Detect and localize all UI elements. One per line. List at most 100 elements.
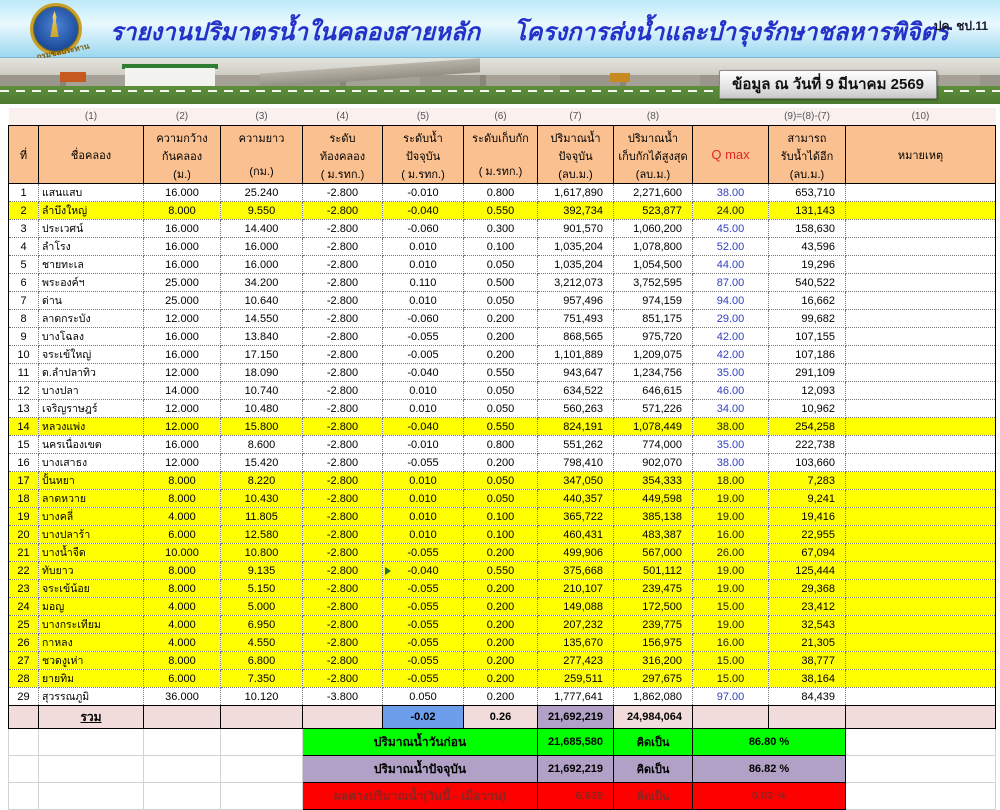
cell-current_vol[interactable]: 375,668 — [538, 562, 614, 580]
total-blank[interactable] — [846, 706, 996, 729]
cell-no[interactable]: 19 — [9, 508, 39, 526]
cell-no[interactable]: 23 — [9, 580, 39, 598]
cell-max_vol[interactable]: 316,200 — [614, 652, 693, 670]
cell-current_level[interactable]: 0.010 — [383, 400, 464, 418]
cell-note[interactable] — [846, 580, 996, 598]
cell-storage_level[interactable]: 0.100 — [464, 526, 538, 544]
cell-storage_level[interactable]: 0.550 — [464, 418, 538, 436]
cell-current_level[interactable]: 0.110 — [383, 274, 464, 292]
cell-name[interactable]: ด่าน — [39, 292, 144, 310]
cell-qmax[interactable]: 19.00 — [693, 508, 769, 526]
cell-qmax[interactable]: 19.00 — [693, 562, 769, 580]
cell-width[interactable]: 12.000 — [144, 454, 221, 472]
cell-storage_level[interactable]: 0.050 — [464, 472, 538, 490]
cell-max_vol[interactable]: 172,500 — [614, 598, 693, 616]
cell-note[interactable] — [846, 472, 996, 490]
cell-bed[interactable]: -2.800 — [303, 256, 383, 274]
cell-note[interactable] — [846, 364, 996, 382]
cell-current_level[interactable]: 0.010 — [383, 238, 464, 256]
cell-name[interactable]: พระองค์ฯ — [39, 274, 144, 292]
cell-name[interactable]: จระเข้ใหญ่ — [39, 346, 144, 364]
cell-max_vol[interactable]: 385,138 — [614, 508, 693, 526]
cell-width[interactable]: 10.000 — [144, 544, 221, 562]
cell-storage_level[interactable]: 0.050 — [464, 400, 538, 418]
cell-bed[interactable]: -2.800 — [303, 580, 383, 598]
cell-bed[interactable]: -2.800 — [303, 598, 383, 616]
cell-current_vol[interactable]: 460,431 — [538, 526, 614, 544]
cell-name[interactable]: ยายทิม — [39, 670, 144, 688]
cell-bed[interactable]: -2.800 — [303, 526, 383, 544]
cell-qmax[interactable]: 38.00 — [693, 418, 769, 436]
cell-storage_level[interactable]: 0.200 — [464, 580, 538, 598]
cell-max_vol[interactable]: 975,720 — [614, 328, 693, 346]
summary-prev-label[interactable]: ปริมาณน้ำวันก่อน — [303, 729, 538, 756]
cell-remaining[interactable]: 12,093 — [769, 382, 846, 400]
cell-current_level[interactable]: 0.050 — [383, 688, 464, 706]
cell-no[interactable]: 3 — [9, 220, 39, 238]
cell-bed[interactable]: -2.800 — [303, 454, 383, 472]
cell-current_vol[interactable]: 943,647 — [538, 364, 614, 382]
cell-current_level[interactable]: -0.055 — [383, 670, 464, 688]
cell-width[interactable]: 8.000 — [144, 472, 221, 490]
cell-storage_level[interactable]: 0.050 — [464, 292, 538, 310]
cell-current_vol[interactable]: 1,777,641 — [538, 688, 614, 706]
cell-name[interactable]: บางปลา — [39, 382, 144, 400]
cell-width[interactable]: 12.000 — [144, 400, 221, 418]
cell-length[interactable]: 10.640 — [221, 292, 303, 310]
grid-blank[interactable] — [9, 756, 39, 783]
cell-current_vol[interactable]: 149,088 — [538, 598, 614, 616]
cell-max_vol[interactable]: 483,387 — [614, 526, 693, 544]
cell-note[interactable] — [846, 436, 996, 454]
cell-bed[interactable]: -2.800 — [303, 652, 383, 670]
cell-name[interactable]: ทับยาว — [39, 562, 144, 580]
cell-bed[interactable]: -2.800 — [303, 310, 383, 328]
cell-current_vol[interactable]: 901,570 — [538, 220, 614, 238]
cell-note[interactable] — [846, 382, 996, 400]
cell-max_vol[interactable]: 974,159 — [614, 292, 693, 310]
cell-remaining[interactable]: 19,296 — [769, 256, 846, 274]
cell-remaining[interactable]: 99,682 — [769, 310, 846, 328]
cell-name[interactable]: มอญ — [39, 598, 144, 616]
cell-current_level[interactable]: -0.055 — [383, 328, 464, 346]
cell-length[interactable]: 9.135 — [221, 562, 303, 580]
summary-prev-value[interactable]: 21,685,580 — [538, 729, 614, 756]
grid-blank[interactable] — [144, 756, 221, 783]
cell-no[interactable]: 4 — [9, 238, 39, 256]
cell-width[interactable]: 8.000 — [144, 652, 221, 670]
cell-max_vol[interactable]: 354,333 — [614, 472, 693, 490]
cell-current_level[interactable]: -0.055 — [383, 652, 464, 670]
cell-width[interactable]: 4.000 — [144, 616, 221, 634]
cell-length[interactable]: 12.580 — [221, 526, 303, 544]
cell-length[interactable]: 10.120 — [221, 688, 303, 706]
cell-current_level[interactable]: -0.040 — [383, 418, 464, 436]
cell-name[interactable]: ชายทะเล — [39, 256, 144, 274]
summary-prev-mid[interactable]: คิดเป็น — [614, 729, 693, 756]
header-storage-level[interactable]: ระดับเก็บกัก( ม.รทก.) — [464, 126, 538, 184]
cell-qmax[interactable]: 52.00 — [693, 238, 769, 256]
cell-length[interactable]: 10.800 — [221, 544, 303, 562]
cell-max_vol[interactable]: 1,060,200 — [614, 220, 693, 238]
cell-max_vol[interactable]: 1,078,449 — [614, 418, 693, 436]
cell-current_vol[interactable]: 551,262 — [538, 436, 614, 454]
header-remaining[interactable]: สามารถรับน้ำได้อีก(ลบ.ม.) — [769, 126, 846, 184]
cell-width[interactable]: 16.000 — [144, 184, 221, 202]
cell-name[interactable]: หลวงแพ่ง — [39, 418, 144, 436]
cell-name[interactable]: ปั้นหยา — [39, 472, 144, 490]
cell-no[interactable]: 20 — [9, 526, 39, 544]
grid-blank[interactable] — [39, 729, 144, 756]
cell-current_vol[interactable]: 957,496 — [538, 292, 614, 310]
cell-storage_level[interactable]: 0.050 — [464, 490, 538, 508]
cell-no[interactable]: 29 — [9, 688, 39, 706]
total-blank[interactable] — [303, 706, 383, 729]
cell-bed[interactable]: -2.800 — [303, 184, 383, 202]
total-blank[interactable] — [693, 706, 769, 729]
cell-bed[interactable]: -2.800 — [303, 202, 383, 220]
cell-note[interactable] — [846, 688, 996, 706]
cell-note[interactable] — [846, 400, 996, 418]
cell-bed[interactable]: -2.800 — [303, 292, 383, 310]
cell-note[interactable] — [846, 328, 996, 346]
cell-max_vol[interactable]: 1,862,080 — [614, 688, 693, 706]
cell-current_level[interactable]: -0.055 — [383, 634, 464, 652]
cell-note[interactable] — [846, 418, 996, 436]
cell-width[interactable]: 4.000 — [144, 508, 221, 526]
